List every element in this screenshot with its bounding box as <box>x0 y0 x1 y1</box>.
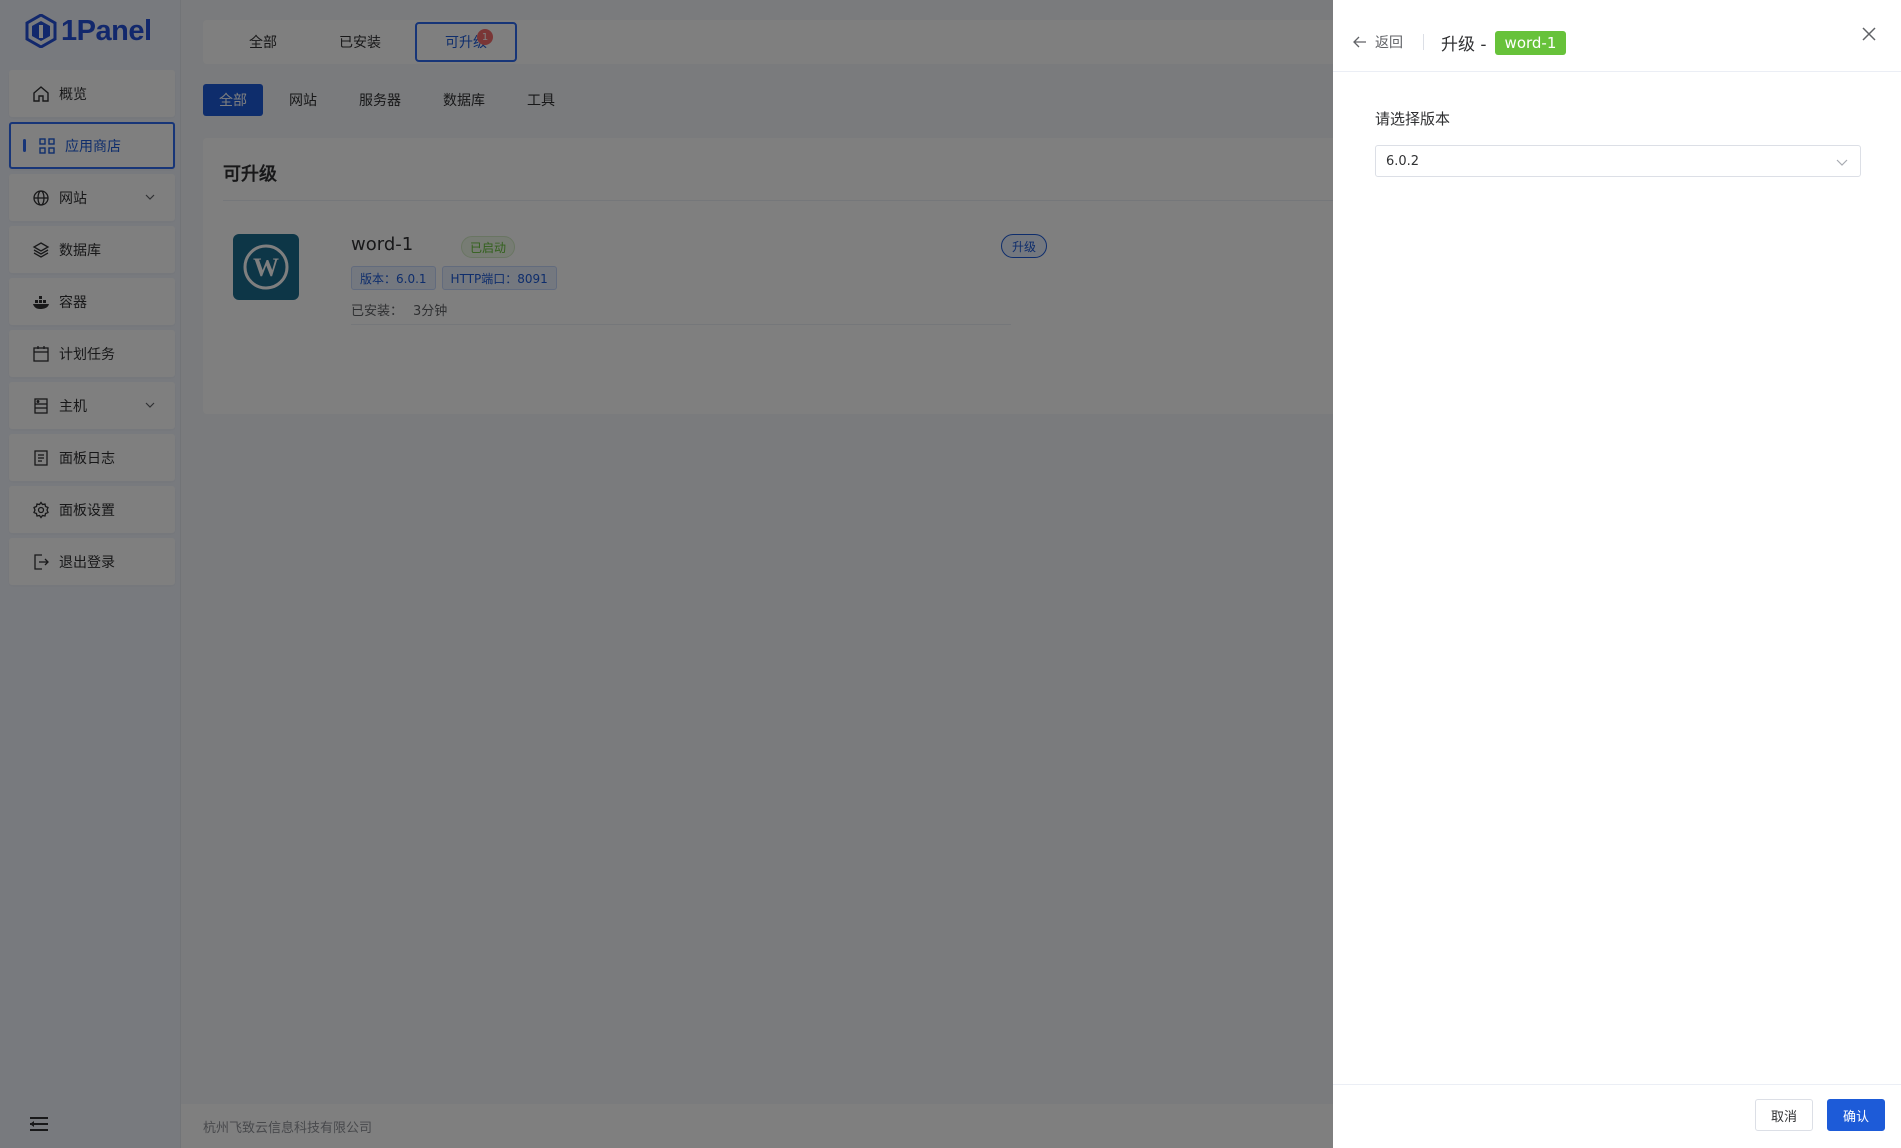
drawer-title-text: 升级 - <box>1441 35 1487 55</box>
upgrade-drawer: 返回 升级 - word-1 请选择版本 6.0.2 取消 确认 <box>1333 0 1901 1148</box>
drawer-header: 返回 升级 - word-1 <box>1333 0 1901 72</box>
back-label: 返回 <box>1375 35 1403 51</box>
selected-version: 6.0.2 <box>1386 153 1420 169</box>
drawer-title: 升级 - word-1 <box>1441 30 1567 55</box>
confirm-button[interactable]: 确认 <box>1826 1099 1885 1131</box>
drawer-footer: 取消 确认 <box>1333 1084 1901 1148</box>
version-select[interactable]: 6.0.2 <box>1375 145 1861 177</box>
app-name-tag: word-1 <box>1494 30 1567 55</box>
close-icon[interactable] <box>1861 26 1877 42</box>
version-field-label: 请选择版本 <box>1375 110 1451 128</box>
arrow-left-icon <box>1353 36 1366 48</box>
chevron-down-icon <box>1836 159 1848 166</box>
back-button[interactable]: 返回 <box>1353 32 1403 52</box>
cancel-button[interactable]: 取消 <box>1754 1099 1813 1131</box>
divider <box>1423 34 1424 50</box>
